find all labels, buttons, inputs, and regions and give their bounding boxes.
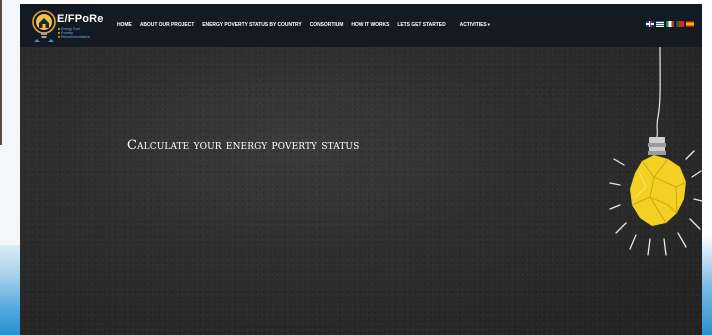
lightbulb-house-logo-icon [32,10,56,42]
site-logo[interactable]: E/FPoRe Energy Fuel Poverty Recommendati… [32,8,112,44]
flag-italian-icon[interactable] [666,21,674,27]
background-right-strip [702,0,712,335]
chalkboard-texture [20,47,702,335]
website-screenshot: E/FPoRe Energy Fuel Poverty Recommendati… [20,4,702,335]
nav-how-it-works[interactable]: HOW IT WORKS [347,20,393,30]
background-left-rule [0,0,2,145]
nav-activities-label: ACTIVITIES [459,22,487,28]
language-selector [646,21,694,27]
nav-activities-dropdown[interactable]: ACTIVITIES▾ [456,20,494,30]
flag-spanish-icon[interactable] [686,21,694,27]
flag-greek-icon[interactable] [656,21,664,27]
nav-home[interactable]: HOME [113,20,136,30]
flag-portuguese-icon[interactable] [676,21,684,27]
nav-consortium[interactable]: CONSORTIUM [306,20,348,30]
logo-line-3: Recommendations [58,35,90,39]
crumpled-paper-lightbulb-icon [609,47,702,256]
main-navigation: HOME ABOUT OUR PROJECT ENERGY POVERTY ST… [113,20,494,30]
logo-title: E/FPoRe [57,13,104,25]
chevron-down-icon: ▾ [487,22,490,27]
nav-about-our-project[interactable]: ABOUT OUR PROJECT [136,20,198,30]
hero-title: Calculate your energy poverty status [127,138,360,153]
nav-energy-poverty-status-by-country[interactable]: ENERGY POVERTY STATUS BY COUNTRY [198,20,305,30]
hero-banner: Calculate your energy poverty status [20,47,702,335]
flag-english-icon[interactable] [646,21,654,27]
logo-tagline: Energy Fuel Poverty Recommendations [58,27,90,39]
nav-lets-get-started[interactable]: LETS GET STARTED [393,20,449,30]
navbar: E/FPoRe Energy Fuel Poverty Recommendati… [20,4,702,47]
